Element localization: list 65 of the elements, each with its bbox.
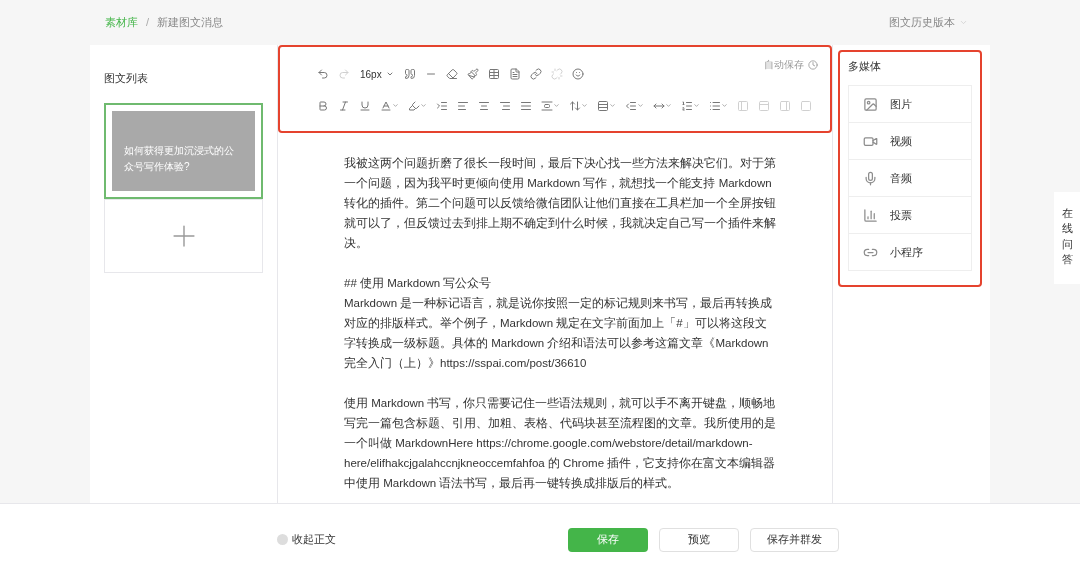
caret-icon [665,102,672,109]
justify-icon [520,99,532,112]
quote-icon [403,68,416,80]
paintbrush-icon [466,68,479,80]
outdent-icon [625,99,637,112]
media-item[interactable]: 音频 [848,159,972,197]
caret-icon [420,102,427,109]
redo-icon [338,68,350,80]
ordered-list-icon [681,99,693,112]
eraser-icon [445,68,458,80]
highlight-icon [408,99,420,112]
paragraph-spacing-icon [597,99,609,112]
breadcrumb-link[interactable]: 新建图文消息 [157,14,224,31]
caret-icon [553,102,560,109]
italic-icon [338,99,350,112]
autosave-status: 自动保存 [764,57,818,72]
paragraph: 使用 Markdown 书写，你只需要记住一些语法规则，就可以手不离开键盘，顺畅地写完一篇包含标题、引用、加粗、表格、代码块甚至流程图的文章。我所使用的是一个叫做 MarkdownHere https://chrome.google.com/webstore/detail/markdown-here/elifhakcjgalahccnjkneoccemfahfoa 的 Chrome 插件，它支持你在富文本编辑器中使用 Markdown 语法书写，最后再一键转换成排版后的样式。 [344,396,776,491]
media-item[interactable]: 图片 [848,85,972,123]
panel-title: 图文列表 [104,71,149,86]
bar-chart-icon [863,207,878,223]
caret-icon [959,18,968,27]
float-center-icon [758,99,770,112]
breadcrumb-separator: / [146,15,150,31]
history-dropdown[interactable]: 图文历史版本 [889,14,968,31]
clock-icon [808,59,818,70]
underline-icon [359,99,371,112]
caret-icon [721,102,728,109]
paragraph: 我被这两个问题折磨了很长一段时间，最后下决心找一些方法来解决它们。对于第一个问题，因为我平时更倾向使用 Markdown 写作，就想找一个能支持 Markdown 转化的插件。第二个问题可以反馈给微信团队让他们直接在工具栏加一个全屏按钮就可以了，但反馈过去到排上期不确定到什么时候，我就决定自己写一个插件来解决。 [344,156,776,251]
align-right-icon [499,99,511,112]
footer-button[interactable]: 保存并群发 [750,527,839,552]
help-tab[interactable]: 在线问答 [1054,192,1080,284]
table-icon [487,68,500,80]
paragraph: ## 使用 Markdown 写公众号 Markdown 是一种标记语言，就是说你按照一定的标记规则来书写，最后再转换成对应的排版样式。举个例子，Markdown 规定在文字前面加上「#」可以将这段文字转换成一级标题。具体的 Markdown 介绍和语法可以参考这篇文章《Markdown 完全入门（上）》https://sspai.com/post/36610 [344,276,774,371]
media-item[interactable]: 小程序 [848,233,972,271]
caret-icon [385,70,394,78]
caret-icon [637,102,644,109]
indent-icon [436,99,448,112]
media-item[interactable]: 投票 [848,196,972,234]
float-left-icon [737,99,749,112]
image-icon [863,96,878,112]
article-title: 如何获得更加沉浸式的公众号写作体验? [124,143,235,174]
font-size-dropdown[interactable]: 16px [356,66,398,82]
caret-icon [609,102,616,109]
bold-icon [317,99,329,112]
link-icon [529,68,542,80]
line-height-icon [569,99,581,112]
float-none-icon [800,99,812,112]
media-item[interactable]: 视频 [848,122,972,160]
footer-button[interactable]: 预览 [659,527,739,552]
caret-icon [392,102,399,109]
microphone-icon [863,170,878,186]
align-center-icon [478,99,490,112]
emoji-icon [571,68,584,80]
spacing-icon [541,99,553,112]
caret-icon [581,102,588,109]
font-color-icon [380,99,392,112]
float-right-icon [779,99,791,112]
caret-icon [693,102,700,109]
undo-icon [317,68,329,80]
align-left-icon [457,99,469,112]
list-icon [709,99,721,112]
unlink-icon [550,68,563,80]
collapse-toggle[interactable]: 收起正文 [277,531,336,548]
document-icon [508,68,521,80]
panel-title: 多媒体 [848,59,882,74]
